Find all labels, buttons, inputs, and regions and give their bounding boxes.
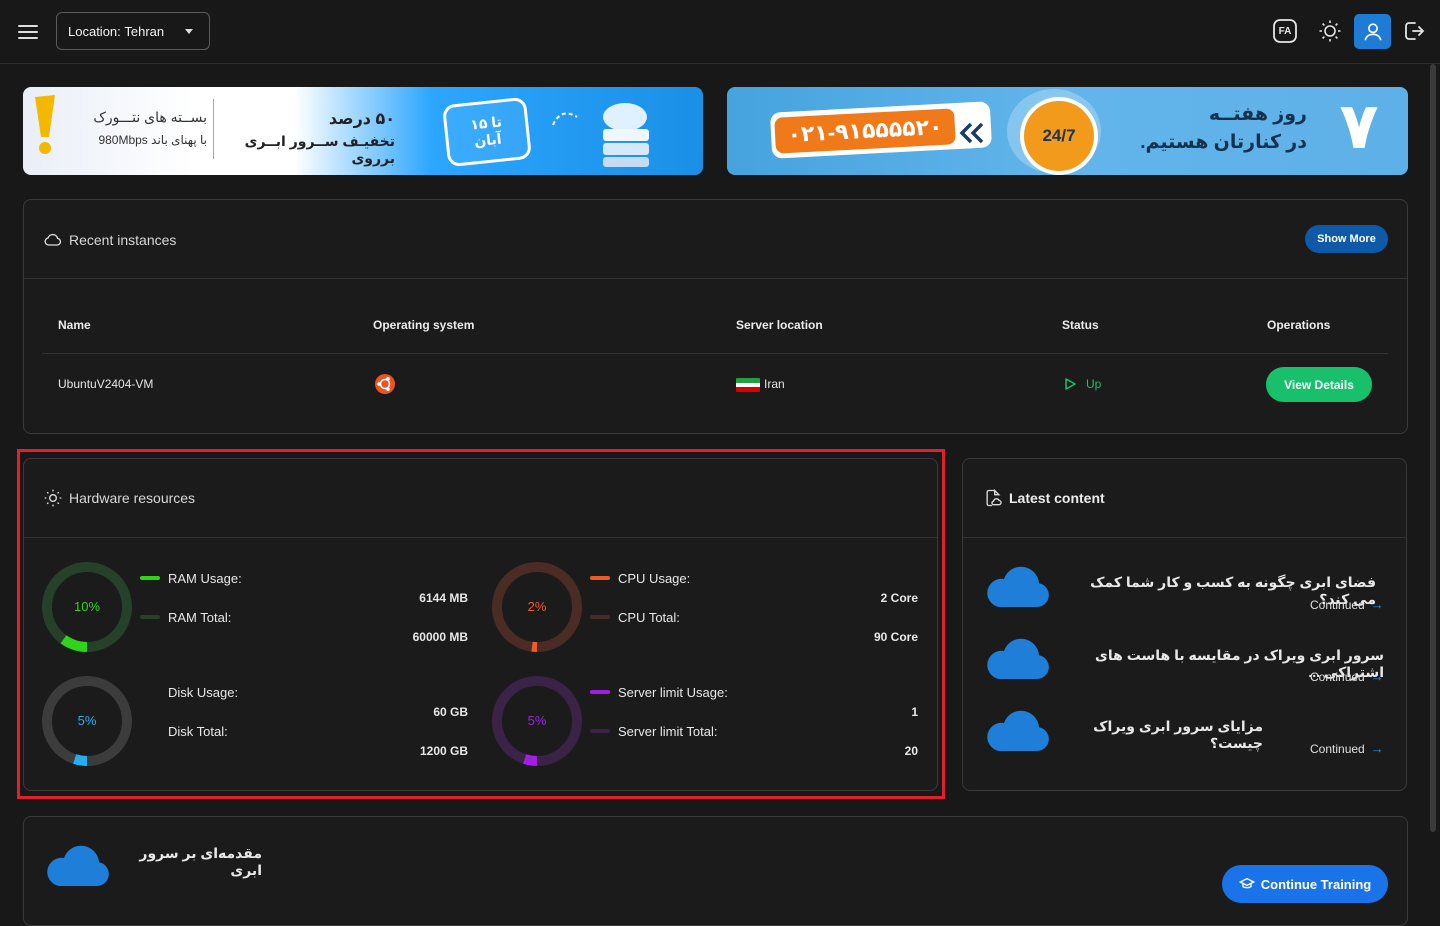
recent-instances-card	[23, 199, 1408, 434]
continued-label-2: Continued	[1310, 669, 1365, 684]
user-icon	[1363, 22, 1382, 40]
column-header-name: Name	[58, 318, 91, 332]
server-limit-total-value: 20	[904, 744, 918, 758]
cloud-server-icon	[552, 103, 649, 167]
support-24-7-icon: 24/7	[1020, 97, 1098, 175]
ram-total-label: RAM Total:	[168, 610, 232, 625]
banner-week-days: روز هفتــه	[1208, 104, 1307, 125]
hardware-resources-title: Hardware resources	[69, 490, 196, 506]
ram-percent: 10%	[73, 599, 101, 614]
ubuntu-icon	[375, 374, 395, 394]
continued-label-1: Continued	[1310, 597, 1365, 612]
arrow-right-icon: →	[1370, 597, 1384, 612]
promo-banner-support[interactable]: ۰۲۱-۹۱۵۵۵۵۲۰ 24/7 روز هفتــه در کنارتان …	[727, 87, 1408, 175]
show-more-button[interactable]: Show More	[1305, 225, 1388, 253]
cloud-outline-icon	[44, 233, 62, 246]
iran-flag-icon	[736, 378, 760, 392]
cpu-total-legend	[590, 615, 610, 619]
ram-usage-value: 6144 MB	[419, 591, 468, 605]
sun-icon	[44, 489, 62, 507]
language-icon: FA	[1278, 25, 1292, 37]
user-account-button[interactable]	[1354, 14, 1391, 49]
arrow-right-icon: →	[1370, 741, 1384, 756]
training-title: مقدمه‌ای بر سرور ابری	[139, 845, 262, 878]
continued-link-2[interactable]: Continued →	[1310, 669, 1384, 684]
server-limit-usage-value: 1	[911, 705, 918, 719]
latest-content-header: Latest content	[983, 488, 1105, 508]
recent-instances-header: Recent instances	[43, 230, 176, 250]
disk-percent: 5%	[77, 713, 97, 728]
continue-training-button[interactable]: Continue Training	[1222, 865, 1388, 903]
banner-date-badge: تا ۱۵ آبان	[441, 96, 533, 168]
exclamation-icon	[35, 95, 55, 154]
ram-total-value: 60000 MB	[412, 630, 468, 644]
column-header-operations: Operations	[1267, 318, 1331, 332]
arrow-right-icon: →	[1370, 669, 1384, 684]
instance-name: UbuntuV2404-VM	[58, 377, 154, 391]
column-header-location: Server location	[736, 318, 823, 332]
banner-seven: ۷	[1339, 90, 1379, 162]
hardware-resources-header: Hardware resources	[43, 488, 195, 508]
latest-content-title: Latest content	[1009, 490, 1105, 506]
disk-total-value: 1200 GB	[419, 744, 468, 758]
location-value: Tehran	[124, 23, 165, 39]
column-header-os: Operating system	[373, 318, 475, 332]
banner-network-bandwidth: با پهنای باند 980Mbps	[98, 133, 207, 147]
location-label: Location:	[68, 23, 121, 39]
location-selector[interactable]: Location: Tehran	[56, 12, 210, 50]
recent-instances-title: Recent instances	[69, 232, 177, 248]
support-24-7-label: 24/7	[1042, 126, 1076, 145]
graduation-cap-icon	[1238, 877, 1255, 889]
cpu-usage-legend	[590, 576, 610, 580]
article-title-3[interactable]: مزایای سرور ابری ویراک چیست؟	[1066, 718, 1263, 752]
ram-usage-legend	[140, 576, 160, 580]
instance-status: Up	[1086, 377, 1102, 391]
double-chevron-left-icon	[959, 122, 984, 144]
promo-banner-network[interactable]: بســته های نتـــورک با پهنای باند 980Mbp…	[23, 87, 703, 175]
play-status-icon	[1065, 378, 1076, 390]
language-button[interactable]: FA	[1271, 17, 1299, 45]
continue-training-label: Continue Training	[1260, 876, 1372, 892]
cloud-icon	[47, 845, 109, 886]
server-limit-percent: 5%	[527, 713, 547, 728]
continued-link-1[interactable]: Continued →	[1310, 597, 1384, 612]
server-limit-usage-legend	[590, 690, 610, 694]
ram-total-legend	[140, 615, 160, 619]
disk-usage-label: Disk Usage:	[168, 685, 239, 700]
server-limit-total-label: Server limit Total:	[618, 724, 718, 739]
cloud-icon	[987, 710, 1049, 751]
cloud-icon	[987, 638, 1049, 679]
cloud-icon	[987, 566, 1049, 607]
banner-discount-text: تخفیـف ســرور ابــری برروی	[244, 133, 395, 166]
instance-location: Iran	[764, 377, 785, 391]
server-limit-usage-label: Server limit Usage:	[618, 685, 728, 700]
column-header-status: Status	[1062, 318, 1099, 332]
banner-with-you: در کنارتان هستیم.	[1140, 132, 1307, 153]
document-cloud-icon	[986, 488, 1002, 507]
cpu-total-label: CPU Total:	[618, 610, 680, 625]
logout-icon[interactable]	[1400, 17, 1428, 45]
cpu-usage-label: CPU Usage:	[618, 571, 691, 586]
hamburger-menu-icon[interactable]	[16, 20, 40, 44]
banner-network-title: بســته های نتـــورک	[93, 109, 207, 125]
top-bar: Location: Tehran FA	[0, 0, 1440, 64]
continued-label-3: Continued	[1310, 741, 1365, 756]
view-details-button[interactable]: View Details	[1266, 367, 1372, 402]
cpu-usage-value: 2 Core	[880, 591, 918, 605]
ram-usage-label: RAM Usage:	[168, 571, 242, 586]
disk-usage-value: 60 GB	[433, 705, 468, 719]
cpu-percent: 2%	[527, 599, 547, 614]
theme-toggle-sun-icon[interactable]	[1316, 17, 1344, 45]
table-header-divider	[42, 353, 1388, 354]
banner-discount-percent: ۵۰ درصد	[328, 111, 395, 128]
page-scrollbar[interactable]	[1430, 64, 1436, 832]
continued-link-3[interactable]: Continued →	[1310, 741, 1384, 756]
chevron-down-icon	[185, 29, 193, 34]
server-limit-total-legend	[590, 729, 610, 733]
disk-total-label: Disk Total:	[168, 724, 228, 739]
cpu-total-value: 90 Core	[873, 630, 918, 644]
banner-date-month: آبان	[473, 130, 503, 150]
